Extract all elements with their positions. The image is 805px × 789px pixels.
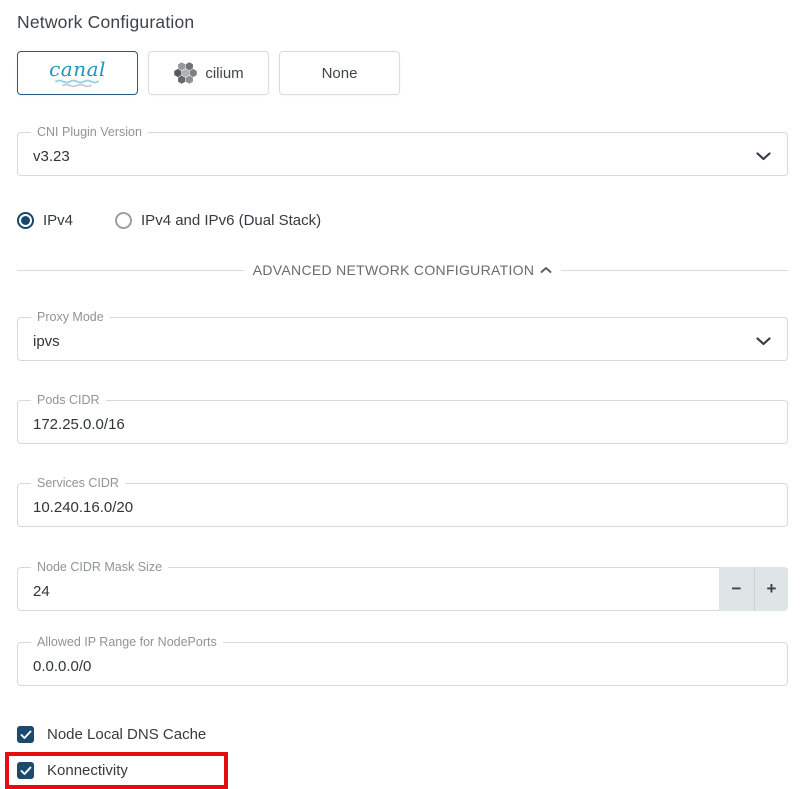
radio-dual-stack-label: IPv4 and IPv6 (Dual Stack) bbox=[141, 212, 321, 229]
provider-card-none[interactable]: None bbox=[279, 51, 400, 95]
chevron-down-icon bbox=[756, 152, 771, 161]
advanced-section-label: ADVANCED NETWORK CONFIGURATION bbox=[253, 262, 535, 278]
nodeport-ip-range-field: Allowed IP Range for NodePorts bbox=[17, 642, 788, 686]
nodeport-ip-range-input[interactable] bbox=[33, 658, 771, 675]
pods-cidr-label: Pods CIDR bbox=[31, 393, 106, 408]
checkbox-checked-icon bbox=[17, 726, 34, 743]
provider-card-canal[interactable]: canal bbox=[17, 51, 138, 95]
cni-provider-cards: canal cilium bbox=[17, 51, 788, 95]
proxy-mode-label: Proxy Mode bbox=[31, 310, 110, 325]
proxy-mode-select[interactable]: Proxy Mode ipvs bbox=[17, 317, 788, 361]
provider-card-cilium-label: cilium bbox=[205, 65, 243, 82]
provider-card-cilium[interactable]: cilium bbox=[148, 51, 269, 95]
divider-line bbox=[17, 270, 244, 271]
node-cidr-mask-size-field: Node CIDR Mask Size − + bbox=[17, 567, 788, 611]
pods-cidr-field: Pods CIDR bbox=[17, 400, 788, 444]
advanced-network-configuration-toggle[interactable]: ADVANCED NETWORK CONFIGURATION bbox=[17, 262, 788, 278]
canal-logo: canal bbox=[49, 59, 106, 88]
provider-card-none-label: None bbox=[322, 65, 358, 82]
radio-dual-stack-circle-icon bbox=[115, 212, 132, 229]
checkbox-konnectivity[interactable]: Konnectivity bbox=[17, 762, 224, 779]
radio-ipv4[interactable]: IPv4 bbox=[17, 212, 73, 229]
divider-line bbox=[561, 270, 788, 271]
checkbox-checked-icon bbox=[17, 762, 34, 779]
chevron-up-icon bbox=[540, 266, 552, 274]
number-stepper: − + bbox=[719, 567, 788, 611]
radio-dual-stack[interactable]: IPv4 and IPv6 (Dual Stack) bbox=[115, 212, 321, 229]
checkbox-konnectivity-label: Konnectivity bbox=[47, 762, 128, 779]
network-configuration-panel: Network Configuration canal bbox=[0, 0, 805, 789]
options-checkbox-group: Node Local DNS Cache Konnectivity bbox=[17, 726, 788, 789]
node-cidr-mask-size-input[interactable] bbox=[33, 583, 707, 600]
red-highlight-annotation: Konnectivity bbox=[5, 752, 228, 789]
radio-ipv4-circle-icon bbox=[17, 212, 34, 229]
ip-stack-radio-group: IPv4 IPv4 and IPv6 (Dual Stack) bbox=[17, 212, 788, 229]
page-title: Network Configuration bbox=[17, 12, 788, 33]
checkbox-node-local-dns-cache[interactable]: Node Local DNS Cache bbox=[17, 726, 788, 743]
checkbox-node-local-dns-cache-label: Node Local DNS Cache bbox=[47, 726, 206, 743]
radio-ipv4-label: IPv4 bbox=[43, 212, 73, 229]
decrement-button[interactable]: − bbox=[719, 567, 755, 611]
services-cidr-field: Services CIDR bbox=[17, 483, 788, 527]
services-cidr-input[interactable] bbox=[33, 499, 771, 516]
cni-plugin-version-value: v3.23 bbox=[33, 148, 70, 165]
cni-plugin-version-label: CNI Plugin Version bbox=[31, 125, 148, 140]
proxy-mode-value: ipvs bbox=[33, 333, 60, 350]
cni-plugin-version-select[interactable]: CNI Plugin Version v3.23 bbox=[17, 132, 788, 176]
chevron-down-icon bbox=[756, 337, 771, 346]
node-cidr-mask-size-label: Node CIDR Mask Size bbox=[31, 560, 168, 575]
pods-cidr-input[interactable] bbox=[33, 416, 771, 433]
nodeport-ip-range-label: Allowed IP Range for NodePorts bbox=[31, 635, 223, 650]
canal-logo-text: canal bbox=[49, 59, 106, 79]
services-cidr-label: Services CIDR bbox=[31, 476, 125, 491]
cilium-hexagons-icon bbox=[173, 60, 198, 86]
canal-waves-icon bbox=[54, 79, 100, 88]
increment-button[interactable]: + bbox=[755, 567, 788, 611]
